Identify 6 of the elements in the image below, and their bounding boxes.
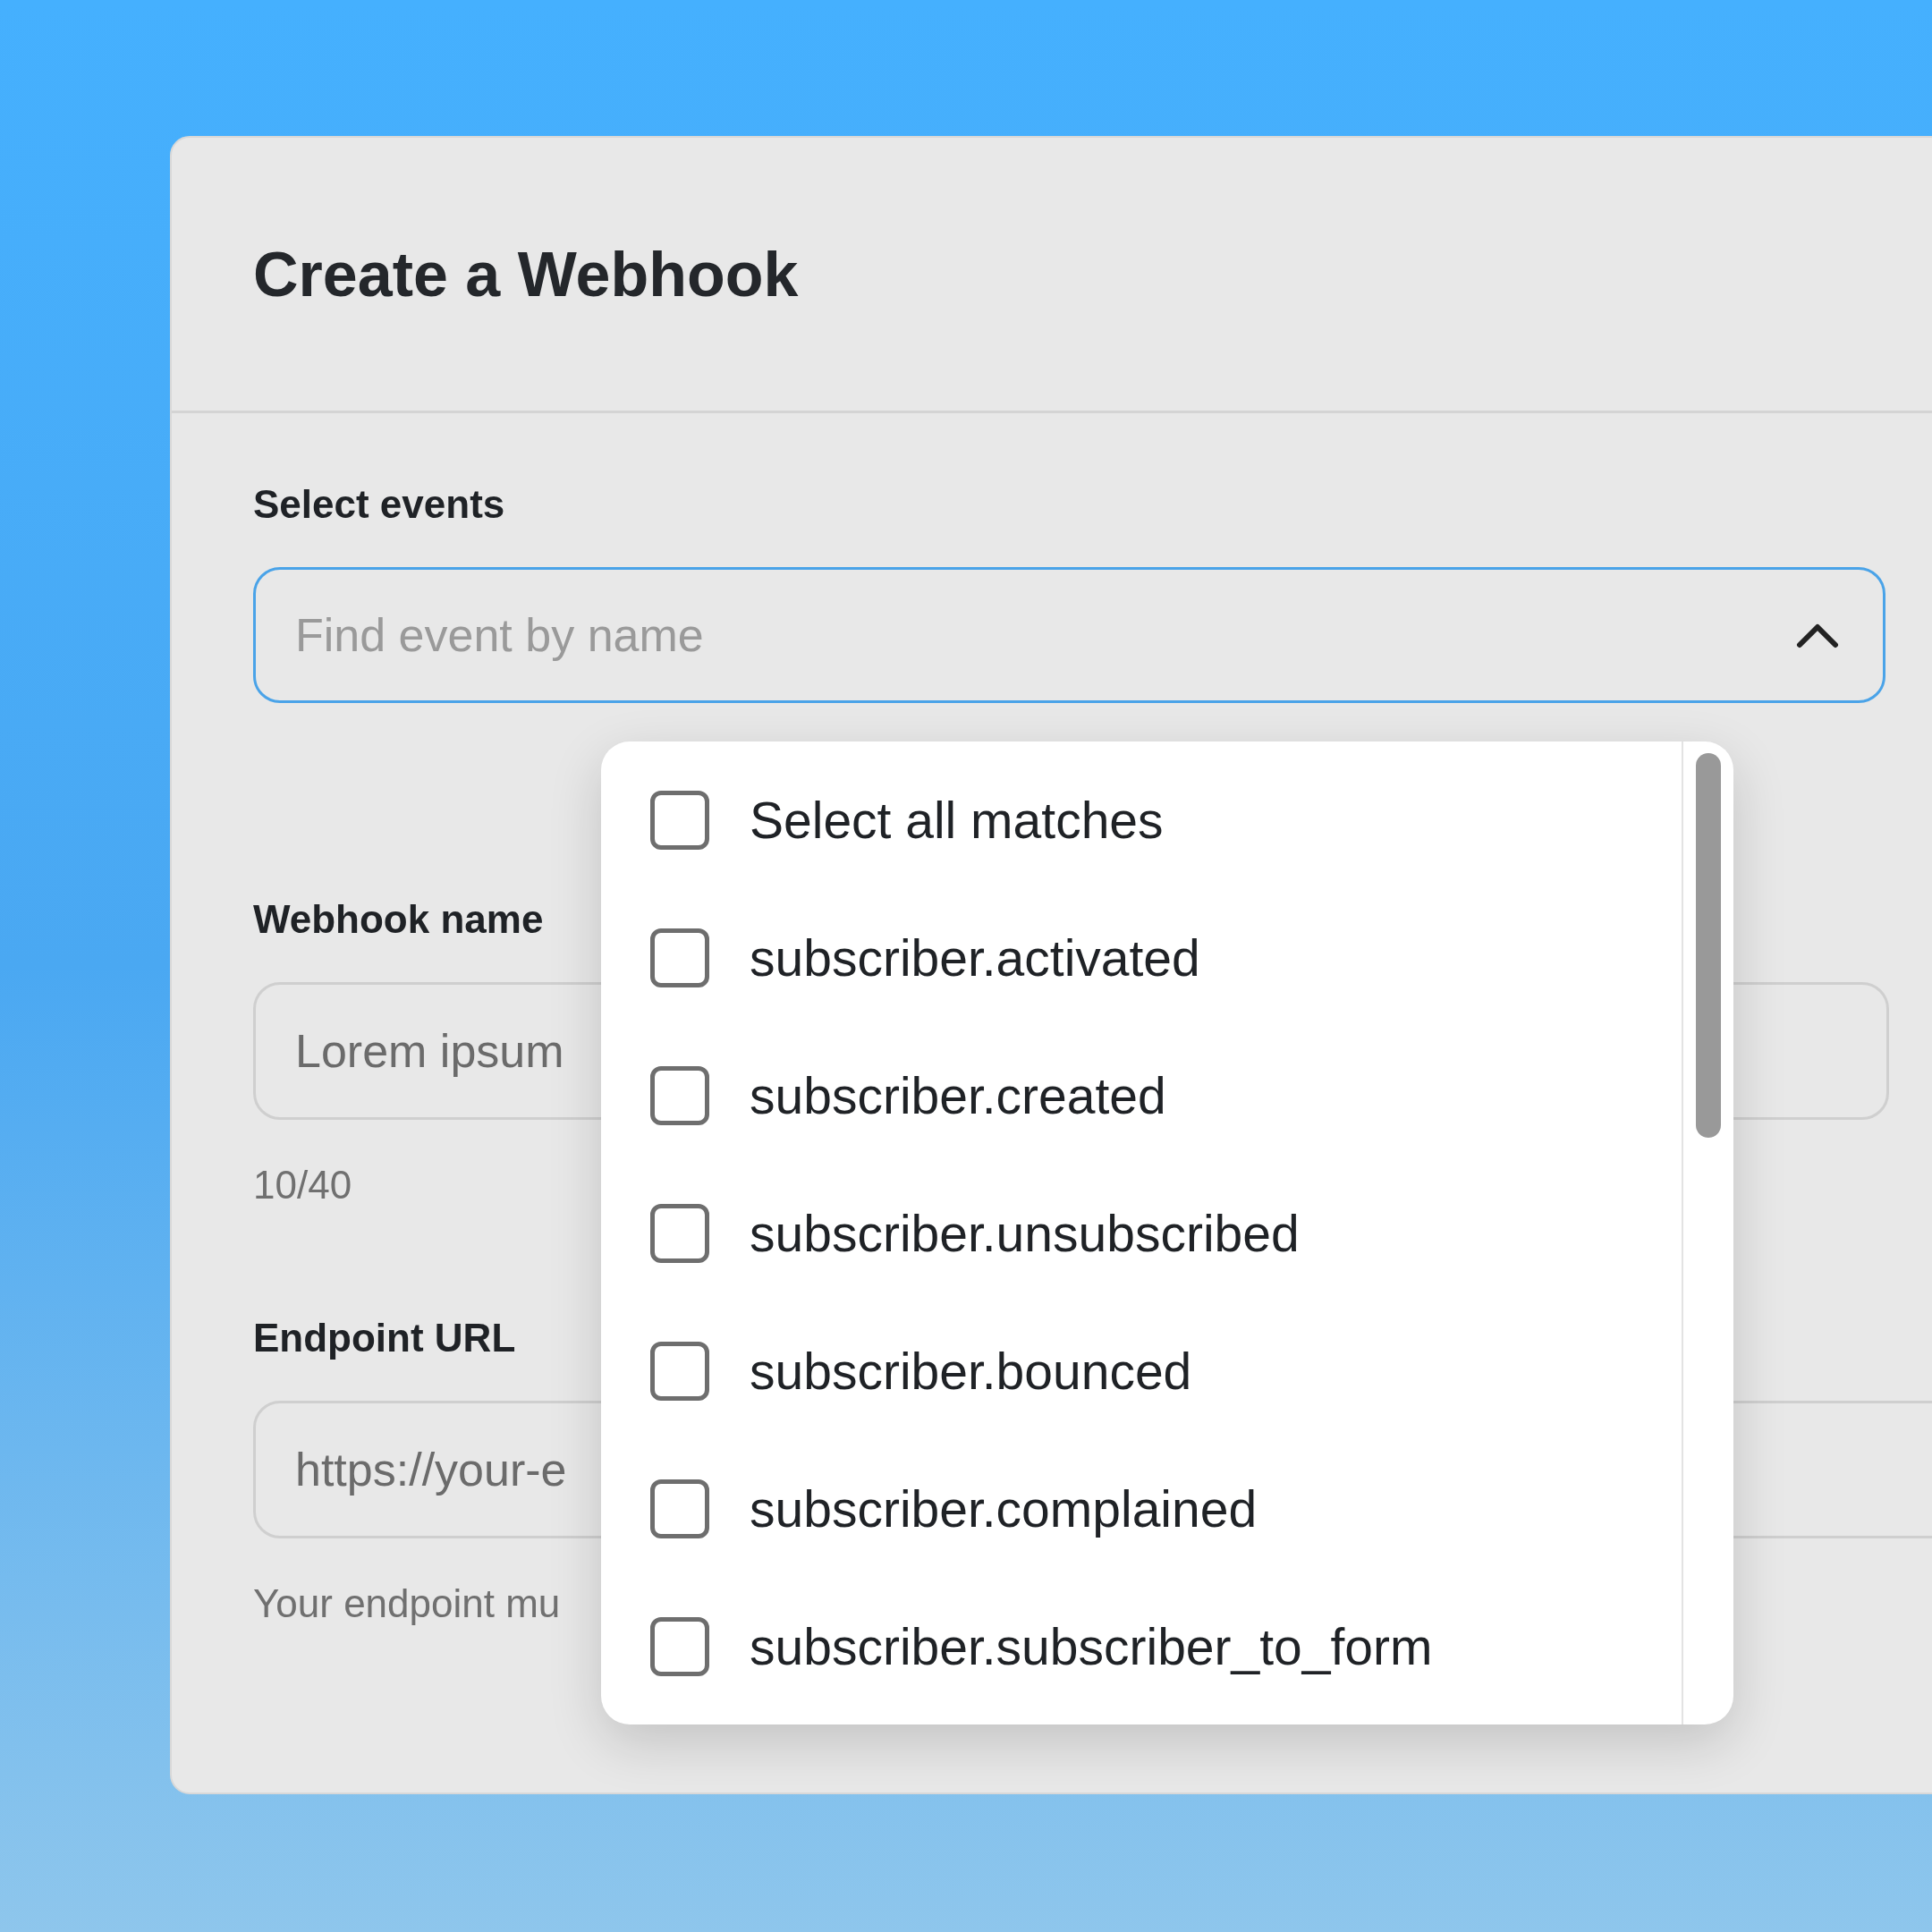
field-label: Webhook name (253, 897, 544, 942)
dialog-title: Create a Webhook (253, 238, 799, 310)
helper-text: Your endpoint mu (253, 1581, 561, 1626)
field-label: Endpoint URL (253, 1316, 516, 1360)
field-label: Select events (253, 482, 505, 527)
character-counter: 10/40 (253, 1163, 352, 1208)
